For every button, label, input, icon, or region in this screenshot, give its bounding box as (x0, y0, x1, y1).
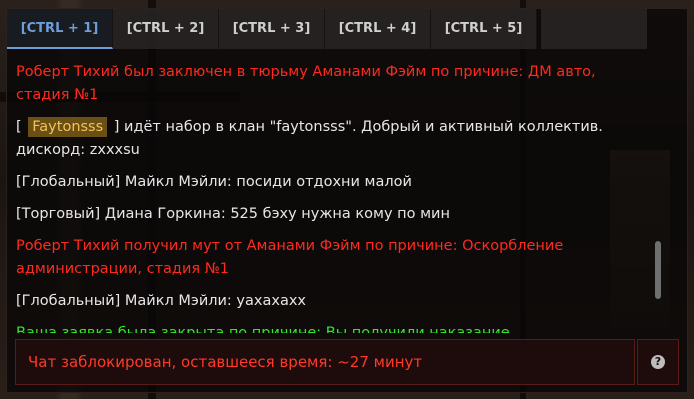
chat-blocked-text: Чат заблокирован, оставшееся время: ~27 … (28, 353, 423, 371)
chat-tabs: [CTRL + 1] [CTRL + 2] [CTRL + 3] [CTRL +… (7, 9, 537, 49)
chat-message: Ваша заявка была закрыта по причине: Вы … (16, 325, 510, 333)
tab-ctrl-5[interactable]: [CTRL + 5] (431, 9, 537, 49)
chat-message: [Глобальный] Майкл Мэйли: посиди отдохни… (16, 174, 412, 190)
question-icon: ? (651, 355, 665, 369)
chat-message: [Торговый] Диана Горкина: 525 бэху нужна… (16, 206, 450, 222)
chat-message: [Глобальный] Майкл Мэйли: уахахахх (16, 293, 306, 309)
tab-ctrl-1[interactable]: [CTRL + 1] (7, 9, 113, 49)
chat-scrollbar[interactable] (655, 241, 661, 299)
tab-ctrl-2[interactable]: [CTRL + 2] (113, 9, 219, 49)
chat-message: Роберт Тихий получил мут от Аманами Фэйм… (16, 238, 564, 277)
chat-panel: [CTRL + 1] [CTRL + 2] [CTRL + 3] [CTRL +… (6, 8, 688, 393)
chat-message: [ Faytonsss ] идёт набор в клан "faytons… (16, 116, 644, 162)
message-prefix: [ (16, 119, 27, 135)
tab-ctrl-4[interactable]: [CTRL + 4] (325, 9, 431, 49)
chat-messages: Роберт Тихий был заключен в тюрьму Амана… (16, 61, 644, 333)
chat-message: Роберт Тихий был заключен в тюрьму Амана… (16, 64, 596, 103)
help-button[interactable]: ? (637, 339, 679, 385)
tab-ctrl-3[interactable]: [CTRL + 3] (219, 9, 325, 49)
clan-tag: Faytonsss (28, 117, 108, 137)
tabs-filler (541, 9, 647, 49)
chat-input[interactable]: Чат заблокирован, оставшееся время: ~27 … (15, 339, 635, 385)
